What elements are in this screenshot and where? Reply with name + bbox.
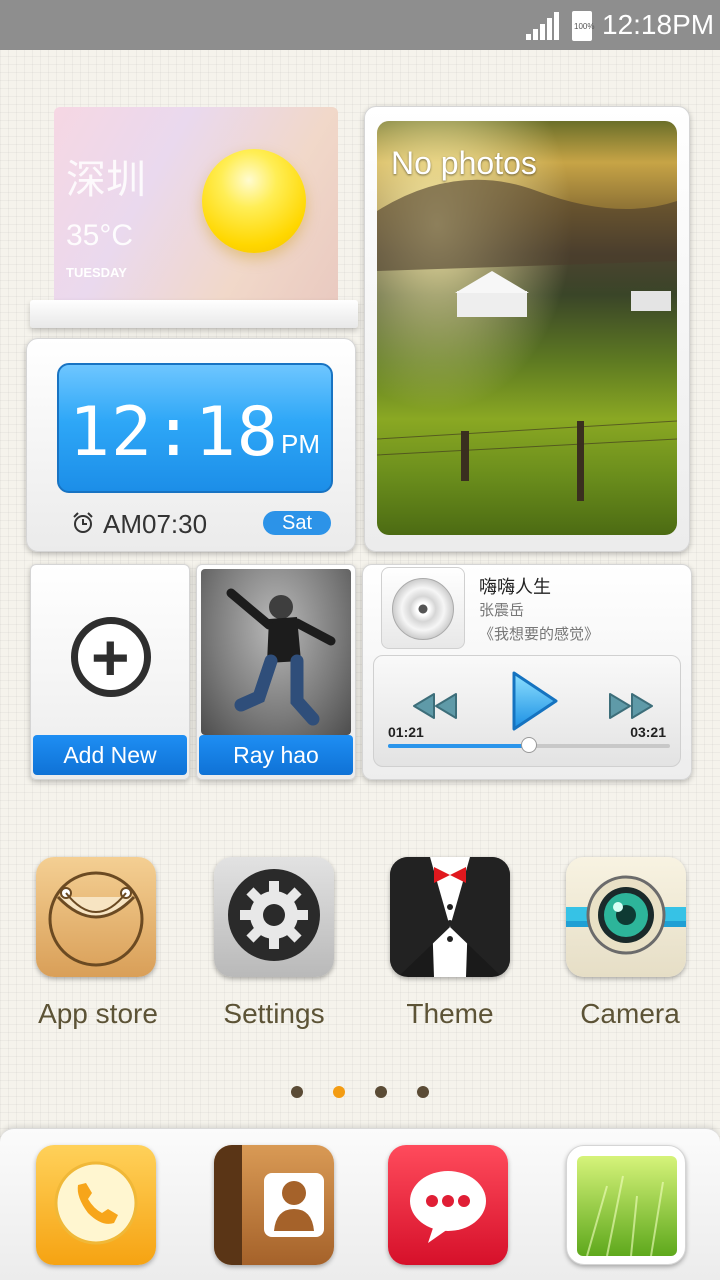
battery-level: 100%: [574, 22, 595, 31]
clock-screen: 12:18 PM: [57, 363, 333, 493]
contact-tile[interactable]: Ray hao: [196, 564, 356, 780]
photo-placeholder-text: No photos: [391, 145, 537, 181]
app-label-settings: Settings: [223, 998, 325, 1029]
alarm-time: AM07:30: [103, 509, 208, 539]
progress-knob[interactable]: [521, 737, 537, 753]
rewind-button[interactable]: [412, 692, 458, 720]
weather-shelf: [30, 300, 358, 328]
add-icon: +: [71, 617, 151, 697]
phone-icon[interactable]: [36, 1145, 156, 1265]
sun-icon: [202, 149, 306, 253]
fast-forward-button[interactable]: [608, 692, 654, 720]
clock-time: 12:18: [69, 393, 279, 472]
alarm-clock-icon: [73, 512, 93, 533]
tuxedo-icon[interactable]: [390, 857, 510, 977]
clock-ampm: PM: [281, 429, 320, 459]
contact-photo: [201, 569, 351, 735]
weather-widget[interactable]: 深圳 35°C TUESDAY: [54, 107, 338, 307]
day-badge: Sat: [263, 511, 331, 535]
cd-icon: [392, 578, 454, 640]
add-new-tile[interactable]: + Add New: [30, 564, 190, 780]
photo-widget[interactable]: No photos: [364, 106, 690, 552]
shopping-bag-icon[interactable]: [36, 857, 156, 977]
page-dot[interactable]: [375, 1086, 387, 1098]
progress-slider[interactable]: [388, 737, 670, 753]
app-label-app-store: App store: [38, 998, 158, 1029]
contact-name-label: Ray hao: [199, 735, 353, 775]
elapsed-time: 01:21: [388, 724, 424, 740]
battery-icon: 100%: [572, 11, 595, 41]
weather-day: TUESDAY: [66, 265, 127, 280]
add-new-label: Add New: [33, 735, 187, 775]
song-album: 《我想要的感觉》: [479, 625, 600, 643]
app-label-camera: Camera: [580, 998, 680, 1029]
song-artist: 张震岳: [479, 601, 525, 619]
progress-fill: [388, 744, 529, 748]
page-dot[interactable]: [291, 1086, 303, 1098]
weather-temperature: 35°C: [66, 219, 134, 252]
status-time: 12:18PM: [602, 9, 715, 40]
gallery-icon[interactable]: [566, 1145, 686, 1265]
album-art: [381, 567, 465, 649]
song-title: 嗨嗨人生: [479, 577, 551, 598]
photo-image: No photos: [377, 121, 677, 535]
clock-widget[interactable]: 12:18 PM AM07:30 Sat: [26, 338, 356, 552]
music-widget[interactable]: 嗨嗨人生 张震岳 《我想要的感觉》 01:21 03:21: [362, 564, 692, 780]
play-button[interactable]: [510, 670, 560, 732]
page-dot-active[interactable]: [333, 1086, 345, 1098]
total-duration: 03:21: [630, 724, 666, 740]
signal-icon: [526, 12, 559, 40]
app-label-theme: Theme: [406, 998, 494, 1029]
player-controls: 01:21 03:21: [373, 655, 681, 767]
status-bar: 100% 12:18PM: [0, 0, 720, 50]
page-dot[interactable]: [417, 1086, 429, 1098]
weather-city: 深圳: [66, 157, 146, 203]
camera-icon[interactable]: [566, 857, 686, 977]
gear-icon[interactable]: [214, 857, 334, 977]
landscape-illustration: [377, 121, 677, 535]
contacts-icon[interactable]: [214, 1145, 334, 1265]
messages-icon[interactable]: [388, 1145, 508, 1265]
dancer-figure: [226, 588, 336, 726]
